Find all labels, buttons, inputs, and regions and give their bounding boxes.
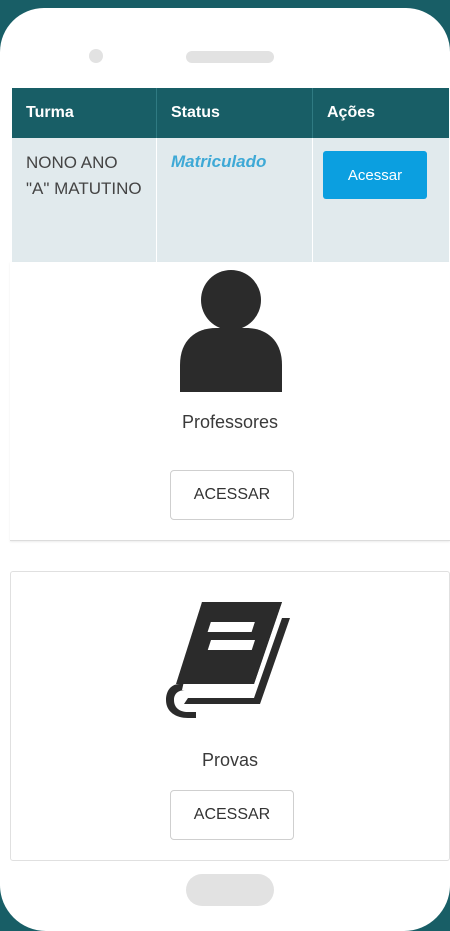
turma-cell: NONO ANO "A" MATUTINO <box>12 138 157 262</box>
book-icon <box>166 602 290 718</box>
home-button[interactable] <box>186 874 274 906</box>
acessar-professores-button[interactable]: ACESSAR <box>170 470 294 520</box>
professores-label: Professores <box>181 412 279 432</box>
person-icon <box>180 270 282 392</box>
turma-table: Turma Status Ações NONO ANO "A" MATUTINO… <box>12 88 449 262</box>
acessar-turma-button[interactable]: Acessar <box>323 151 427 199</box>
provas-label: Provas <box>201 750 259 770</box>
acessar-provas-button[interactable]: ACESSAR <box>170 790 294 840</box>
header-turma: Turma <box>12 88 157 138</box>
header-status: Status <box>157 88 313 138</box>
actions-cell: Acessar <box>313 138 449 262</box>
professores-card: Professores ACESSAR <box>10 262 450 541</box>
screen: Turma Status Ações NONO ANO "A" MATUTINO… <box>10 88 450 868</box>
camera-dot <box>89 49 103 63</box>
phone-frame: Turma Status Ações NONO ANO "A" MATUTINO… <box>0 8 450 931</box>
provas-card: Provas ACESSAR <box>10 571 450 861</box>
table-row: NONO ANO "A" MATUTINO Matriculado Acessa… <box>12 138 449 262</box>
header-acoes: Ações <box>327 104 376 121</box>
speaker-slot <box>186 51 274 63</box>
status-cell: Matriculado <box>157 138 313 262</box>
table-header: Turma Status Ações <box>12 88 449 138</box>
